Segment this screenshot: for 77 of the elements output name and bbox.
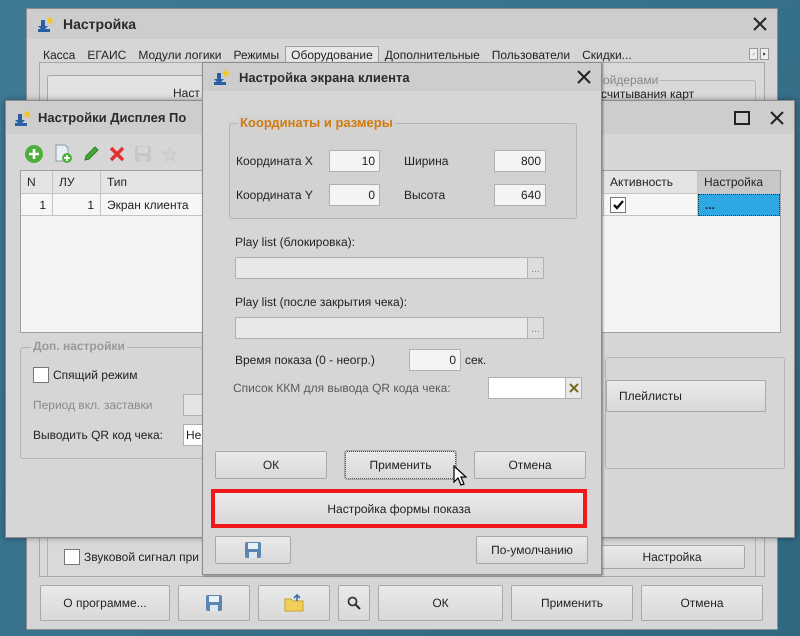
input-field[interactable]: 800 xyxy=(494,150,546,172)
button[interactable]: ОК xyxy=(378,585,503,621)
field-label: Play list (после закрытия чека): xyxy=(235,295,408,311)
table-cell[interactable]: ... xyxy=(698,194,780,216)
folder-icon xyxy=(284,594,304,612)
form-settings-button[interactable]: Настройка формы показа xyxy=(211,489,587,528)
field-label: Ширина xyxy=(404,154,450,168)
mouse-cursor-icon xyxy=(453,465,467,486)
column-header[interactable]: Активность xyxy=(604,171,698,194)
group-title: Координаты и размеры xyxy=(238,115,395,130)
tab[interactable]: Модули логики xyxy=(132,46,228,62)
app-icon xyxy=(213,68,231,86)
checkbox[interactable] xyxy=(33,367,49,383)
add-icon[interactable] xyxy=(24,144,44,164)
input-field[interactable] xyxy=(488,377,566,399)
column-header[interactable]: N xyxy=(21,171,53,194)
tab[interactable]: Пользователи xyxy=(486,46,576,62)
field-label: Время показа (0 - неогр.) xyxy=(235,353,376,367)
clear-icon xyxy=(568,383,578,393)
checkmark-icon xyxy=(612,200,624,210)
search-icon xyxy=(347,596,361,610)
tab[interactable]: Оборудование xyxy=(285,46,379,62)
clear-button[interactable] xyxy=(566,377,582,399)
document-add-icon[interactable] xyxy=(53,144,73,164)
field-label: Play list (блокировка): xyxy=(235,235,356,251)
button[interactable]: Отмена xyxy=(474,451,586,479)
setup-button[interactable]: Настройка xyxy=(599,544,745,568)
group-label: считывания карт xyxy=(601,87,694,101)
checkbox-label: Спящий режим xyxy=(53,368,138,382)
save-button[interactable] xyxy=(215,536,291,564)
close-icon[interactable] xyxy=(577,70,591,84)
input-field[interactable]: 640 xyxy=(494,184,546,206)
input-field[interactable]: 0 xyxy=(329,184,380,206)
window-title: Настройки Дисплея По xyxy=(38,110,186,125)
close-icon[interactable] xyxy=(753,17,767,31)
button[interactable]: Применить xyxy=(345,451,456,479)
folder-button[interactable] xyxy=(258,585,330,621)
field-label: Выводить QR код чека: xyxy=(33,428,164,442)
group-title: Доп. настройки xyxy=(31,339,127,353)
save-button[interactable] xyxy=(178,585,250,621)
pencil-icon[interactable] xyxy=(82,145,100,163)
search-button[interactable] xyxy=(338,585,370,621)
field-label: Список ККМ для вывода QR кода чека: xyxy=(233,381,452,395)
app-icon xyxy=(14,108,32,126)
column-header[interactable]: Настройка xyxy=(698,171,780,194)
default-button[interactable]: По-умолчанию xyxy=(476,536,588,564)
save-icon xyxy=(244,541,262,559)
button[interactable]: Отмена xyxy=(641,585,763,621)
tab[interactable]: Дополнительные xyxy=(378,46,486,62)
tab[interactable]: Скидки... xyxy=(576,46,638,62)
checkbox[interactable] xyxy=(610,196,626,212)
tab[interactable]: Режимы xyxy=(228,46,286,62)
input-field[interactable]: 10 xyxy=(329,150,380,172)
delete-icon[interactable] xyxy=(109,146,125,162)
window-title: Настройка экрана клиента xyxy=(239,70,410,84)
checkbox-label: Звуковой сигнал при xyxy=(84,550,199,564)
field-label: Координата X xyxy=(236,154,314,168)
tab[interactable]: ЕГАИС xyxy=(81,46,132,62)
window-title: Настройка xyxy=(63,16,136,32)
unit-label: сек. xyxy=(465,353,486,367)
save-icon xyxy=(205,594,223,612)
input-field[interactable]: 0 xyxy=(409,349,461,371)
group-title: ойдерами xyxy=(601,73,660,87)
maximize-icon[interactable] xyxy=(734,110,750,124)
button[interactable]: Применить xyxy=(511,585,633,621)
column-header[interactable]: ЛУ xyxy=(53,171,101,194)
field-label: Период вкл. заставки xyxy=(33,398,154,412)
app-icon xyxy=(37,15,55,33)
table-cell: 1 xyxy=(21,194,53,216)
scroll-right-icon[interactable] xyxy=(760,48,769,60)
button[interactable]: О программе... xyxy=(40,585,170,621)
checkbox[interactable] xyxy=(64,548,80,564)
playlists-button[interactable]: Плейлисты xyxy=(606,380,766,412)
tab[interactable]: Касса xyxy=(37,46,82,62)
table-cell: 1 xyxy=(53,194,101,216)
button[interactable]: ОК xyxy=(215,451,327,479)
close-icon[interactable] xyxy=(770,110,784,124)
